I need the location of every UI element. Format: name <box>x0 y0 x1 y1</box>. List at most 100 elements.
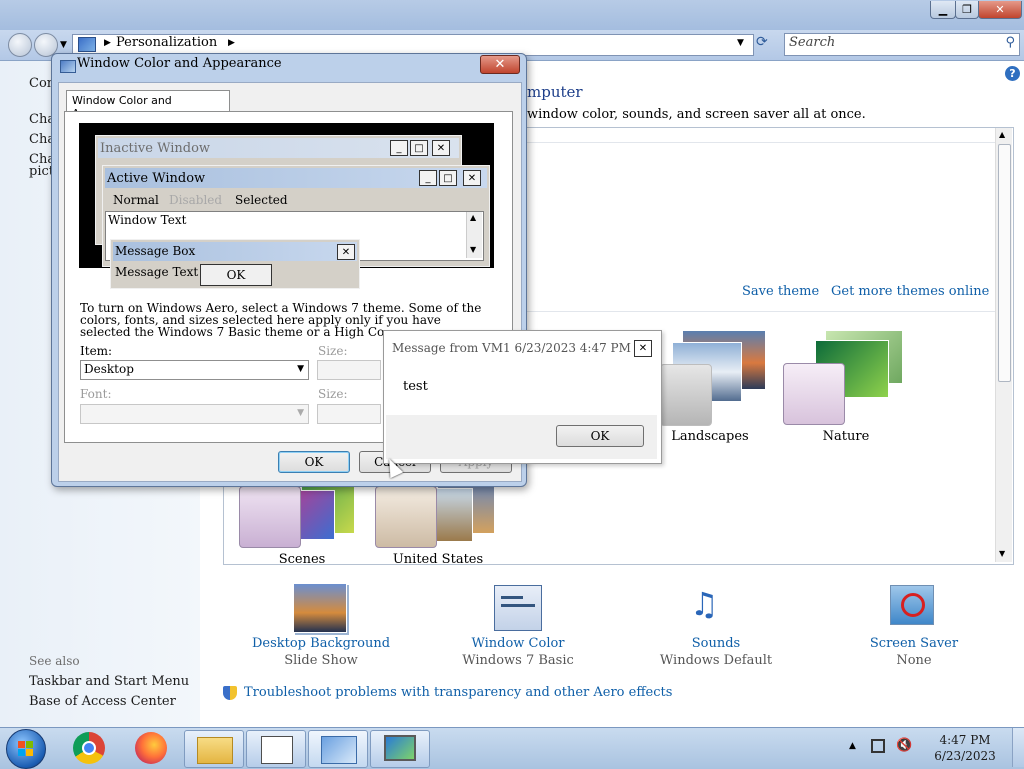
ease-of-access-link[interactable]: Base of Access Center <box>29 694 176 709</box>
scroll-down-icon: ▼ <box>470 245 477 254</box>
taskbar-control-panel[interactable] <box>308 730 368 768</box>
search-input[interactable]: Search ⚲ <box>784 33 1020 56</box>
screen-saver-item[interactable]: Screen Saver None <box>824 583 1004 673</box>
save-theme-link[interactable]: Save theme <box>742 284 819 299</box>
sounds-item[interactable]: ♫ Sounds Windows Default <box>626 583 806 673</box>
message-popup-ok-button[interactable]: OK <box>556 425 644 447</box>
taskbar-firefox[interactable] <box>122 730 180 766</box>
recent-pages-icon[interactable]: ▼ <box>60 40 67 50</box>
message-popup-body: test <box>403 379 428 394</box>
message-popup-close-button[interactable]: ✕ <box>634 340 652 357</box>
taskbar-explorer[interactable] <box>184 730 244 768</box>
breadcrumb-chevron-icon[interactable]: ▶ <box>104 38 111 48</box>
scroll-up-icon: ▲ <box>470 213 477 222</box>
window-color-value: Windows 7 Basic <box>462 653 574 668</box>
start-button[interactable] <box>6 729 46 769</box>
scroll-thumb[interactable] <box>998 144 1011 382</box>
search-placeholder: Search <box>789 35 836 50</box>
volume-muted-icon[interactable]: 🔇 <box>896 738 912 754</box>
help-icon[interactable]: ? <box>1005 66 1020 81</box>
theme-united-states[interactable] <box>375 478 500 558</box>
scroll-down-icon[interactable]: ▼ <box>999 549 1005 558</box>
tab-window-color-appearance[interactable]: Window Color and Appearance <box>66 90 230 120</box>
scroll-up-icon[interactable]: ▲ <box>999 130 1005 139</box>
chrome-icon-center <box>82 741 96 755</box>
appearance-preview[interactable]: Inactive Window _ □ ✕ Active Window _ □ … <box>79 123 494 289</box>
back-button[interactable] <box>8 33 32 57</box>
network-icon[interactable] <box>871 739 885 753</box>
dialog-ok-button[interactable]: OK <box>278 451 350 473</box>
font-select[interactable]: ▼ <box>80 404 309 424</box>
message-text: Message Text <box>115 265 199 279</box>
menu-selected: Selected <box>235 193 288 207</box>
close-icon: ✕ <box>432 140 450 156</box>
desktop-background-link[interactable]: Desktop Background <box>231 636 411 651</box>
taskbar-remote-display[interactable] <box>370 730 430 768</box>
close-icon: ✕ <box>463 170 481 186</box>
theme-color-swatch <box>375 486 437 548</box>
breadcrumb-chevron-icon[interactable]: ▶ <box>228 38 235 48</box>
chevron-down-icon: ▼ <box>297 364 304 374</box>
security-shield-icon <box>223 686 237 700</box>
taskbar-chrome[interactable] <box>60 730 118 766</box>
window-text: Window Text <box>108 213 187 227</box>
minimize-icon: _ <box>390 140 408 156</box>
taskbar-app-window[interactable] <box>246 730 306 768</box>
address-dropdown-icon[interactable]: ▼ <box>737 38 744 48</box>
refresh-icon[interactable]: ⟳ <box>756 34 776 54</box>
search-icon[interactable]: ⚲ <box>1005 35 1015 50</box>
theme-color-swatch <box>660 364 712 426</box>
screen-saver-icon <box>890 585 934 625</box>
minimize-icon: _ <box>419 170 437 186</box>
dialog-close-button[interactable]: ✕ <box>480 55 520 74</box>
explorer-title-bar[interactable] <box>0 0 1024 30</box>
control-panel-icon <box>78 37 96 52</box>
page-intro: window color, sounds, and screen saver a… <box>527 107 866 122</box>
control-panel-icon <box>321 736 357 764</box>
minimize-button[interactable]: ▁ <box>930 1 956 19</box>
folder-icon <box>197 737 233 764</box>
get-more-themes-link[interactable]: Get more themes online <box>831 284 989 299</box>
window-color-item[interactable]: Window Color Windows 7 Basic <box>428 583 608 673</box>
maximize-button[interactable]: ❐ <box>955 1 979 19</box>
see-also-heading: See also <box>29 654 80 668</box>
show-desktop-button[interactable] <box>1012 728 1024 767</box>
size-label: Size: <box>318 344 348 358</box>
screen-saver-link[interactable]: Screen Saver <box>824 636 1004 651</box>
theme-label-landscapes: Landscapes <box>671 429 749 444</box>
font-label: Font: <box>80 387 112 401</box>
window-close-button[interactable]: ✕ <box>978 1 1022 19</box>
sounds-link[interactable]: Sounds <box>626 636 806 651</box>
clock-date[interactable]: 6/23/2023 <box>925 749 1005 763</box>
item-select[interactable]: Desktop ▼ <box>80 360 309 380</box>
desktop-background-item[interactable]: Desktop Background Slide Show <box>231 583 411 673</box>
windows-logo-icon <box>26 749 33 756</box>
size-spinner[interactable] <box>317 360 381 380</box>
window-color-icon-bar <box>501 596 523 599</box>
menu-normal: Normal <box>113 193 159 207</box>
windows-logo-icon <box>18 749 25 756</box>
active-window-title: Active Window <box>107 171 206 186</box>
message-box-title: Message Box <box>115 244 196 258</box>
close-icon: ✕ <box>337 244 355 260</box>
theme-scenes[interactable] <box>239 478 364 558</box>
troubleshoot-link[interactable]: Troubleshoot problems with transparency … <box>244 685 672 700</box>
theme-label-united-states: United States <box>392 552 484 567</box>
window-color-icon <box>494 585 542 631</box>
dialog-app-icon <box>60 60 76 73</box>
theme-color-swatch <box>239 486 301 548</box>
document-icon <box>261 736 293 764</box>
desktop-background-value: Slide Show <box>284 653 358 668</box>
chrome-icon <box>73 732 105 764</box>
font-size-select[interactable] <box>317 404 381 424</box>
clock-time[interactable]: 4:47 PM <box>925 733 1005 747</box>
breadcrumb-personalization[interactable]: Personalization <box>116 35 217 50</box>
theme-landscapes[interactable] <box>660 330 770 430</box>
firefox-icon <box>135 732 167 764</box>
preview-ok-button[interactable]: OK <box>200 264 272 286</box>
show-hidden-icons-button[interactable]: ▲ <box>849 741 856 751</box>
taskbar-start-menu-link[interactable]: Taskbar and Start Menu <box>29 674 189 689</box>
window-color-link[interactable]: Window Color <box>428 636 608 651</box>
theme-scrollbar[interactable]: ▲ ▼ <box>995 128 1012 562</box>
theme-nature[interactable] <box>783 330 908 430</box>
